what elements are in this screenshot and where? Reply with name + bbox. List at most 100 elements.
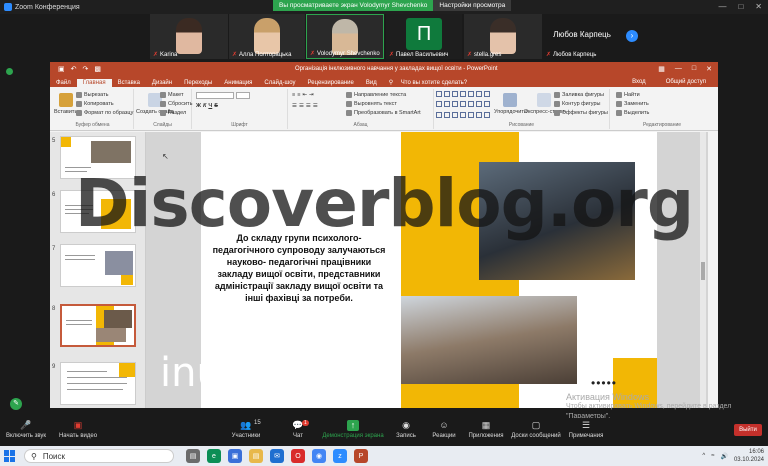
- powerpoint-icon[interactable]: P: [354, 449, 368, 463]
- copy-button[interactable]: Копировать: [76, 101, 114, 107]
- tray-overflow-icon[interactable]: ^: [702, 453, 705, 459]
- undo-icon[interactable]: ↶: [71, 65, 77, 73]
- participant-tile[interactable]: Любов Карпець ✗ Любов Карпець: [543, 14, 621, 59]
- font-size-box[interactable]: [236, 92, 250, 99]
- find-button[interactable]: Найти: [616, 92, 640, 98]
- select-button[interactable]: Выделить: [616, 110, 649, 116]
- chrome-icon[interactable]: ◉: [312, 449, 326, 463]
- start-button[interactable]: [4, 450, 16, 462]
- shape-icon[interactable]: [460, 101, 466, 108]
- taskbar-clock[interactable]: 16:06 03.10.2024: [734, 448, 764, 464]
- close-icon[interactable]: ✕: [706, 65, 712, 73]
- shapes-gallery[interactable]: [436, 91, 490, 121]
- share-link[interactable]: Общий доступ: [660, 78, 712, 86]
- next-page-button[interactable]: ›: [626, 30, 638, 42]
- unmute-button[interactable]: 🎤 Включить звук: [6, 420, 46, 439]
- minimize-icon[interactable]: —: [675, 65, 682, 73]
- maximize-icon[interactable]: □: [692, 65, 696, 73]
- redo-icon[interactable]: ↷: [83, 65, 89, 73]
- bold-icon[interactable]: Ж: [196, 103, 201, 109]
- font-name-box[interactable]: [196, 92, 234, 99]
- participant-tile[interactable]: ✗ stella.gres: [464, 14, 542, 59]
- align-text-button[interactable]: Выровнять текст: [346, 101, 397, 107]
- italic-icon[interactable]: К: [203, 103, 206, 109]
- shape-icon[interactable]: [444, 101, 450, 108]
- start-video-button[interactable]: ▣ Начать видео: [58, 420, 98, 439]
- tab-slideshow[interactable]: Слайд-шоу: [258, 79, 301, 87]
- slide-thumbnail[interactable]: [60, 190, 136, 233]
- save-icon[interactable]: ▣: [58, 65, 65, 73]
- tab-animations[interactable]: Анимация: [218, 79, 258, 87]
- align-left-icon[interactable]: ☰: [292, 103, 297, 109]
- cut-button[interactable]: Вырезать: [76, 92, 108, 98]
- participant-tile[interactable]: ✗ Karina: [150, 14, 228, 59]
- shape-icon[interactable]: [436, 111, 442, 118]
- volume-icon[interactable]: 🔊: [720, 453, 727, 460]
- shape-icon[interactable]: [444, 111, 450, 118]
- network-icon[interactable]: ≈: [711, 453, 714, 459]
- shape-icon[interactable]: [444, 91, 450, 97]
- security-shield-icon[interactable]: [6, 68, 13, 75]
- participant-tile[interactable]: П ✗ Павел Васильевич: [386, 14, 462, 59]
- paste-button[interactable]: Вставить: [54, 93, 77, 115]
- tab-transitions[interactable]: Переходы: [178, 79, 218, 87]
- tab-home[interactable]: Главная: [76, 79, 112, 87]
- shape-icon[interactable]: [460, 91, 466, 97]
- graduation-photo[interactable]: [479, 162, 635, 280]
- tab-design[interactable]: Дизайн: [146, 79, 178, 87]
- numbering-icon[interactable]: ≡: [297, 92, 300, 98]
- record-button[interactable]: ◉ Запись: [394, 420, 418, 439]
- whiteboards-button[interactable]: ▢ Доски сообщений: [508, 420, 564, 439]
- slide-body-text[interactable]: До складу групи психолого-педагогічного …: [209, 232, 389, 304]
- classroom-photo[interactable]: [401, 296, 577, 384]
- store-icon[interactable]: ▣: [228, 449, 242, 463]
- shape-icon[interactable]: [452, 101, 458, 108]
- close-icon[interactable]: ✕: [755, 2, 762, 11]
- shape-icon[interactable]: [468, 91, 474, 97]
- increase-indent-icon[interactable]: ⇥: [309, 92, 314, 98]
- shape-icon[interactable]: [436, 91, 442, 97]
- view-options-button[interactable]: Настройки просмотра: [433, 0, 512, 11]
- sign-in-link[interactable]: Вход: [626, 78, 652, 86]
- bullets-icon[interactable]: ≡: [292, 92, 295, 98]
- shape-icon[interactable]: [476, 101, 482, 108]
- slide-thumbnail[interactable]: [60, 136, 136, 179]
- mail-icon[interactable]: ✉: [270, 449, 284, 463]
- vertical-scrollbar[interactable]: [700, 132, 706, 408]
- shape-icon[interactable]: [476, 91, 482, 97]
- tab-insert[interactable]: Вставка: [112, 79, 146, 87]
- section-button[interactable]: Раздел: [160, 110, 186, 116]
- text-direction-button[interactable]: Направление текста: [346, 92, 406, 98]
- shape-icon[interactable]: [436, 101, 442, 108]
- smartart-button[interactable]: Преобразовать в SmartArt: [346, 110, 421, 116]
- slide-thumbnail[interactable]: [60, 244, 136, 287]
- justify-icon[interactable]: ☰: [313, 103, 318, 109]
- notes-button[interactable]: ☰ Примечания: [566, 420, 606, 439]
- opera-icon[interactable]: O: [291, 449, 305, 463]
- share-screen-button[interactable]: ↑ Демонстрация экрана: [322, 420, 384, 439]
- align-right-icon[interactable]: ☰: [306, 103, 311, 109]
- shape-icon[interactable]: [468, 101, 474, 108]
- arrange-button[interactable]: Упорядочить: [494, 93, 527, 115]
- shape-fill-button[interactable]: Заливка фигуры: [554, 92, 604, 98]
- maximize-icon[interactable]: □: [738, 2, 743, 11]
- underline-icon[interactable]: Ч: [208, 103, 212, 109]
- align-center-icon[interactable]: ☰: [299, 103, 304, 109]
- reactions-button[interactable]: ☺ Реакции: [430, 420, 458, 439]
- participant-tile-active[interactable]: ✗ Volodymyr Shevchenko: [306, 14, 384, 59]
- shape-icon[interactable]: [452, 91, 458, 97]
- edit-pen-icon[interactable]: ✎: [10, 398, 22, 410]
- replace-button[interactable]: Заменить: [616, 101, 649, 107]
- zoom-icon[interactable]: z: [333, 449, 347, 463]
- shape-icon[interactable]: [460, 111, 466, 118]
- format-painter-button[interactable]: Формат по образцу: [76, 110, 133, 116]
- slide-thumbnail-selected[interactable]: [60, 304, 136, 347]
- scrollbar-thumb[interactable]: [701, 262, 705, 280]
- strikethrough-icon[interactable]: S: [214, 103, 218, 109]
- ribbon-options-icon[interactable]: ▦: [658, 65, 665, 73]
- shape-icon[interactable]: [476, 111, 482, 118]
- leave-meeting-button[interactable]: Выйти: [734, 424, 762, 436]
- apps-button[interactable]: ▦ Приложения: [466, 420, 506, 439]
- slide-thumbnail[interactable]: [60, 362, 136, 405]
- taskbar-search[interactable]: ⚲ Поиск: [24, 449, 174, 463]
